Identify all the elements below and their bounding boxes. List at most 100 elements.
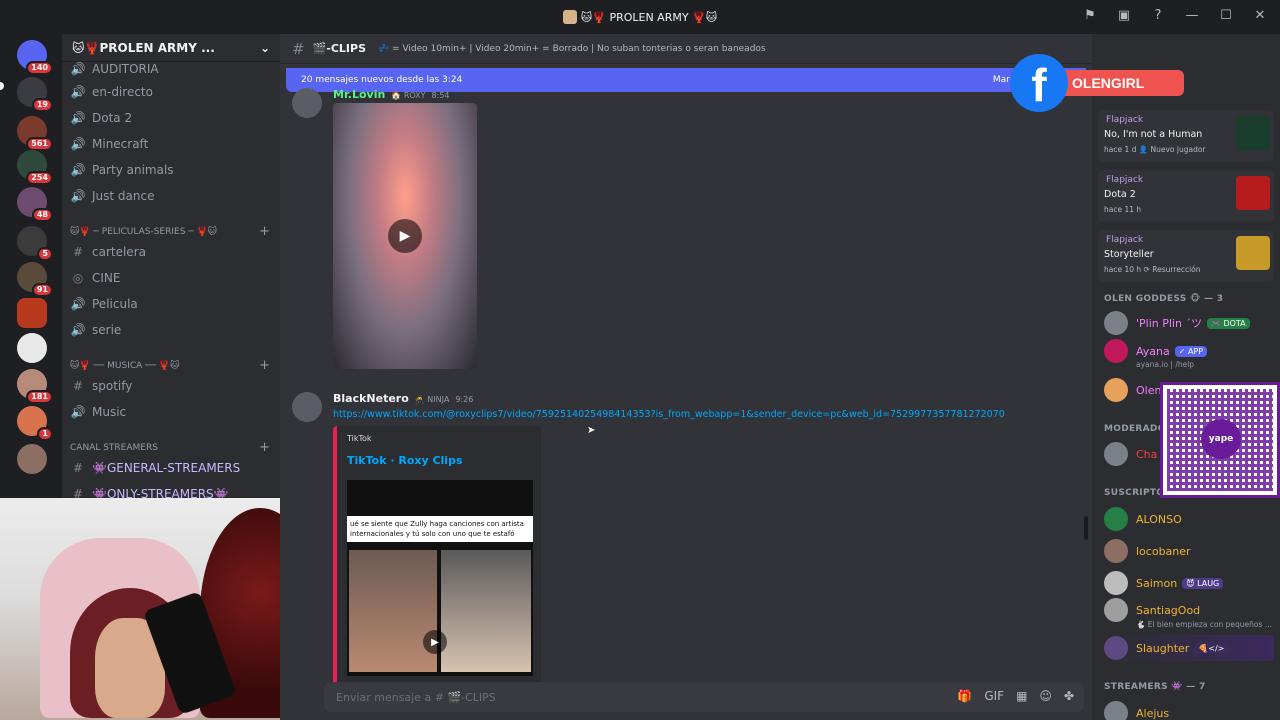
channel-general-streamers[interactable]: # 👾GENERAL-STREAMERS — [70, 457, 270, 479]
server-icon[interactable]: 5 — [17, 226, 53, 261]
category-musica[interactable]: 🐱🦞 ── MUSICA ── 🦞🐱 + — [70, 358, 270, 373]
avatar[interactable] — [292, 88, 322, 118]
member-group-header: STREAMERS 👾 — 7 — [1104, 682, 1206, 692]
channel-dota-2[interactable]: 🔊 Dota 2 — [70, 107, 270, 129]
server-icon[interactable]: 19 — [17, 77, 53, 112]
speaker-icon: 🔊 — [70, 323, 86, 337]
embed-title[interactable]: TikTok · Roxy Clips — [347, 454, 463, 467]
minimize-icon[interactable]: — — [1180, 8, 1204, 23]
maximize-icon[interactable]: ☐ — [1214, 8, 1238, 23]
play-icon[interactable]: ▶ — [388, 219, 422, 253]
mouse-cursor: ➤ — [587, 425, 596, 436]
member-item[interactable]: locobaner — [1104, 538, 1274, 564]
member-name: SantiagOod — [1136, 603, 1201, 617]
member-group-header: OLEN GODDESS 🐵 — 3 — [1104, 294, 1224, 304]
avatar — [1104, 539, 1128, 563]
chat-area: # 🎬-CLIPS 💤 = Video 10min+ | Video 20min… — [280, 34, 1092, 720]
member-item[interactable]: Saimon 😈 LAUG — [1104, 570, 1274, 596]
message-input[interactable]: Enviar mensaje a # 🎬-CLIPS — [336, 691, 496, 704]
server-icon[interactable] — [17, 333, 47, 363]
member-item[interactable]: Alejus — [1104, 700, 1274, 720]
server-icon[interactable]: 181 — [17, 369, 53, 404]
yape-logo: yape — [1201, 419, 1241, 459]
message-author[interactable]: BlackNetero 🥷 NINJA 9:26 — [333, 392, 473, 405]
member-item[interactable]: 'Plin Plin ´ツ 🎮 DOTA — [1104, 310, 1274, 336]
message-author[interactable]: Mr.Lovin 🏠 ROXY 8:54 — [333, 88, 450, 101]
category-label: 🐱🦞 ── MUSICA ── 🦞🐱 — [70, 360, 180, 371]
server-icon[interactable]: 140 — [17, 40, 53, 75]
member-name: Slaughter — [1136, 641, 1190, 655]
server-icon[interactable]: 561 — [17, 116, 53, 151]
channel-auditoria[interactable]: 🔊 AUDITORIA — [70, 58, 270, 80]
server-badge: 254 — [26, 171, 53, 185]
activity-user: Flapjack — [1106, 115, 1144, 125]
author-name[interactable]: Mr.Lovin — [333, 88, 385, 101]
message-time: 8:54 — [431, 91, 450, 100]
server-icon[interactable]: 91 — [17, 262, 53, 297]
channel-label: cartelera — [92, 245, 146, 259]
category-streamers[interactable]: CANAL STREAMERS + — [70, 440, 270, 455]
tiktok-link[interactable]: https://www.tiktok.com/@roxyclips7/video… — [333, 409, 1005, 420]
member-name: Cha — [1136, 447, 1158, 461]
chevron-down-icon[interactable]: ⌄ — [260, 41, 270, 55]
hash-icon: # — [72, 245, 84, 259]
server-icon[interactable]: 48 — [17, 187, 53, 222]
member-tag: 😈 LAUG — [1182, 577, 1224, 589]
dota-icon — [1236, 176, 1270, 210]
speaker-icon: 🔊 — [70, 111, 86, 125]
hash-icon: # — [292, 39, 305, 58]
avatar — [1104, 311, 1128, 335]
member-item[interactable]: ALONSO — [1104, 506, 1274, 532]
dota-server-icon[interactable] — [17, 298, 47, 328]
channel-minecraft[interactable]: 🔊 Minecraft — [70, 133, 270, 155]
crown-icon — [1236, 236, 1270, 270]
activity-card[interactable]: Flapjack Storyteller hace 10 h ⟳ Resurre… — [1098, 230, 1274, 282]
channel-only-streamers[interactable]: # 👾ONLY-STREAMERS👾 — [70, 483, 270, 498]
channel-en-directo[interactable]: 🔊 en-directo — [70, 81, 270, 103]
member-name: ALONSO — [1136, 512, 1182, 526]
inbox-icon[interactable]: ▣ — [1112, 8, 1136, 23]
channel-music[interactable]: 🔊 Music — [70, 401, 270, 423]
channel-serie[interactable]: 🔊 serie — [70, 319, 270, 341]
server-icon[interactable]: 254 — [17, 150, 53, 185]
sticker-icon[interactable]: ▦ — [1016, 689, 1027, 703]
play-icon[interactable]: ▶ — [423, 630, 447, 654]
channel-label: serie — [92, 323, 122, 337]
server-badge: 181 — [26, 390, 53, 404]
embed-provider: TikTok — [347, 434, 372, 443]
server-icon[interactable] — [17, 444, 47, 474]
apps-icon[interactable]: ✤ — [1064, 689, 1074, 703]
channel-pelicula[interactable]: 🔊 Pelicula — [70, 293, 270, 315]
channel-just-dance[interactable]: 🔊 Just dance — [70, 185, 270, 207]
author-name[interactable]: BlackNetero — [333, 392, 409, 405]
add-channel-icon[interactable]: + — [259, 224, 270, 239]
gift-icon[interactable]: 🎁 — [957, 689, 972, 703]
embed-video-thumbnail[interactable]: ué se siente que Zully haga canciones co… — [347, 480, 533, 676]
channel-topic[interactable]: 💤 = Video 10min+ | Video 20min+ = Borrad… — [378, 44, 766, 54]
help-icon[interactable]: ? — [1146, 8, 1170, 23]
banner-text: 20 mensajes nuevos desde las 3:24 — [301, 75, 463, 85]
server-icon[interactable]: 1 — [17, 406, 53, 441]
add-channel-icon[interactable]: + — [259, 440, 270, 455]
channel-cine[interactable]: ◎ CINE — [70, 267, 270, 289]
emoji-icon[interactable]: ☺ — [1039, 689, 1052, 703]
channel-spotify[interactable]: # spotify — [70, 375, 270, 397]
scrollbar-thumb[interactable] — [1084, 516, 1088, 540]
add-channel-icon[interactable]: + — [259, 358, 270, 373]
flag-icon[interactable]: ⚑ — [1078, 8, 1102, 23]
speaker-icon: 🔊 — [70, 85, 86, 99]
category-label: 🐱🦞 ─ PELICULAS-SERIES ─ 🦞🐱 — [70, 226, 218, 237]
channel-cartelera[interactable]: # cartelera — [70, 241, 270, 263]
video-attachment[interactable]: ▶ — [333, 103, 477, 369]
category-peliculas[interactable]: 🐱🦞 ─ PELICULAS-SERIES ─ 🦞🐱 + — [70, 224, 270, 239]
message-composer[interactable]: Enviar mensaje a # 🎬-CLIPS 🎁 GIF ▦ ☺ ✤ — [324, 682, 1084, 712]
gif-icon[interactable]: GIF — [984, 689, 1004, 703]
avatar — [1104, 442, 1128, 466]
channel-party-animals[interactable]: 🔊 Party animals — [70, 159, 270, 181]
activity-time: hace 10 h ⟳ Resurrección — [1104, 265, 1201, 274]
activity-card[interactable]: Flapjack No, I'm not a Human hace 1 d 👤 … — [1098, 110, 1274, 162]
member-item[interactable]: Slaughter 🍕</> — [1104, 635, 1274, 661]
avatar[interactable] — [292, 392, 322, 422]
activity-card[interactable]: Flapjack Dota 2 hace 11 h — [1098, 170, 1274, 222]
close-icon[interactable]: ✕ — [1248, 8, 1272, 23]
